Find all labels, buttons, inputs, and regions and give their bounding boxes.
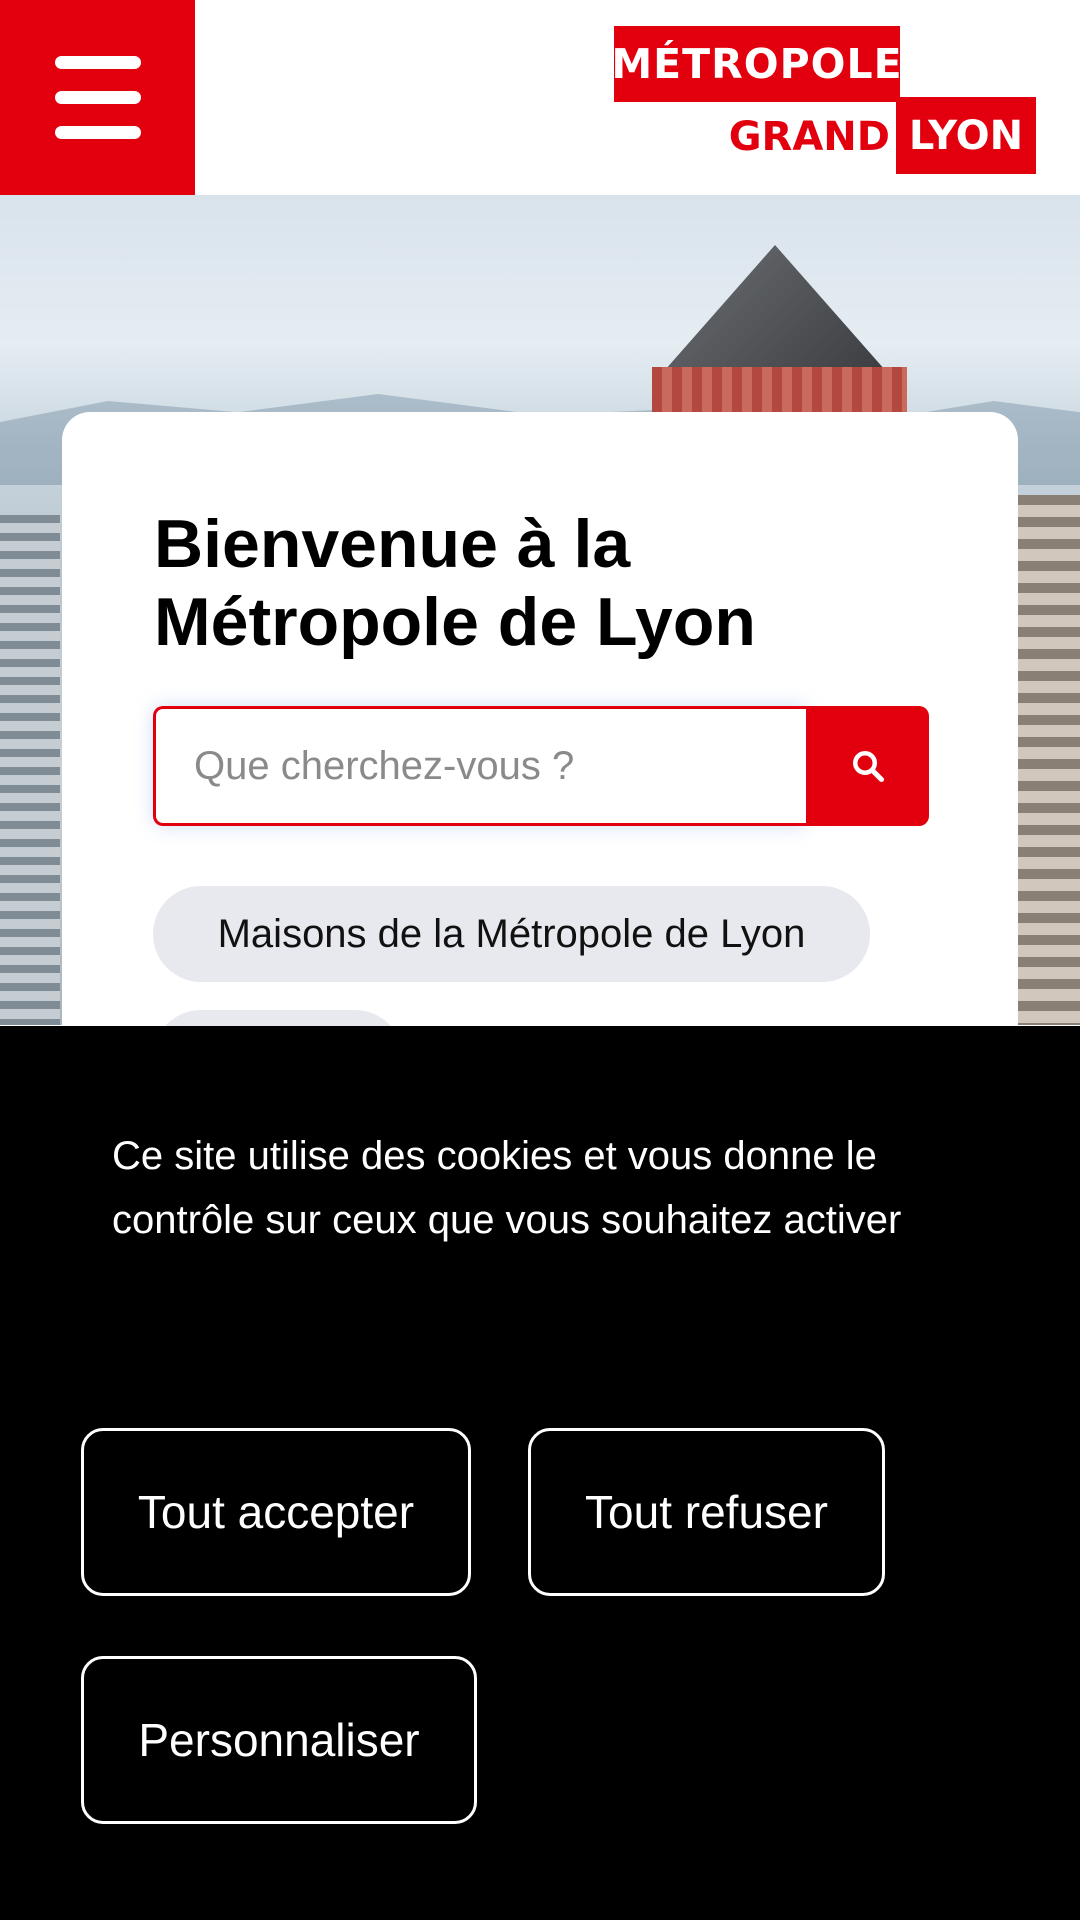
- refuse-all-button[interactable]: Tout refuser: [528, 1428, 885, 1596]
- logo-grand: GRAND: [728, 114, 890, 160]
- accept-all-button[interactable]: Tout accepter: [81, 1428, 471, 1596]
- customize-button[interactable]: Personnaliser: [81, 1656, 477, 1824]
- cookie-message: Ce site utilise des cookies et vous donn…: [112, 1134, 902, 1242]
- hamburger-menu-icon-bar: [54, 126, 141, 139]
- page-title: Bienvenue à la Métropole de Lyon: [154, 506, 756, 660]
- search-button[interactable]: [806, 706, 929, 826]
- hamburger-menu-icon-bar: [54, 91, 141, 104]
- metropole-lyon-logo[interactable]: MÉTROPOLE GRAND LYON: [611, 26, 1036, 174]
- search-icon: [852, 751, 884, 783]
- hero-building-left: [0, 515, 60, 1025]
- welcome-card: Bienvenue à la Métropole de Lyon Maisons…: [62, 412, 1018, 1106]
- hero-building-right: [1015, 495, 1080, 1025]
- hero-tower-roof: [665, 245, 885, 370]
- logo-metropole: MÉTROPOLE: [611, 26, 902, 102]
- quick-link-maisons-metropole[interactable]: Maisons de la Métropole de Lyon: [153, 886, 870, 982]
- page: MÉTROPOLE GRAND LYON Bienvenue à la Métr…: [0, 0, 1080, 1920]
- site-header: MÉTROPOLE GRAND LYON: [0, 0, 1080, 195]
- hamburger-menu-icon: [54, 56, 141, 69]
- search-input[interactable]: [153, 706, 806, 826]
- menu-button[interactable]: [0, 0, 195, 195]
- cookie-banner: Ce site utilise des cookies et vous donn…: [0, 1026, 1080, 1920]
- search-bar: [153, 706, 929, 826]
- logo-lyon: LYON: [896, 97, 1036, 174]
